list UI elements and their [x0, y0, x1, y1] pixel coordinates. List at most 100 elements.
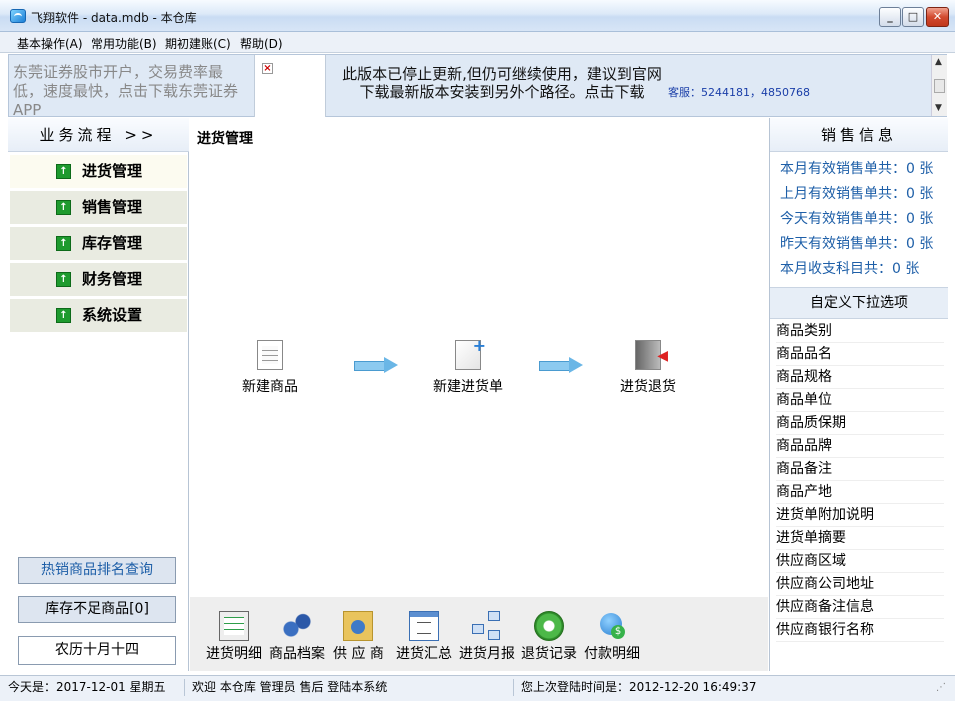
menu-initial-setup[interactable]: 期初建账(C): [165, 35, 231, 52]
sidebar-item-label: 进货管理: [82, 162, 143, 180]
ad-text[interactable]: 东莞证券股市开户，交易费率最低，速度最快，点击下载东莞证券APP: [13, 63, 248, 115]
menu-common-functions[interactable]: 常用功能(B): [91, 35, 157, 52]
green-up-arrow-icon: ↑: [56, 200, 71, 215]
tool-label: 付款明细: [584, 646, 640, 662]
payment-details-button[interactable]: $ 付款明细: [584, 611, 640, 663]
broken-image-icon: ×: [262, 63, 273, 74]
hot-products-ranking-button[interactable]: 热销商品排名查询: [18, 557, 176, 584]
page-title: 进货管理: [197, 131, 253, 147]
tool-label: 进货月报: [459, 646, 515, 662]
list-item[interactable]: 供应商公司地址: [776, 573, 944, 596]
sidebar-item-inventory[interactable]: ↑ 库存管理: [10, 227, 187, 260]
resize-grip-icon[interactable]: ⋰: [936, 682, 946, 693]
purchase-monthly-report-button[interactable]: 进货月报: [459, 611, 515, 663]
close-button[interactable]: ✕: [926, 7, 949, 27]
new-document-icon: +: [455, 336, 486, 370]
main-panel: 进货管理 新建商品 + 新建进货单 ◀ 进货退货 进货明细 商品档案 供 应 商…: [190, 118, 768, 671]
globe-money-icon: $: [597, 611, 627, 641]
low-stock-button[interactable]: 库存不足商品[0]: [18, 596, 176, 623]
sidebar-item-label: 销售管理: [82, 198, 143, 216]
sidebar-item-purchase[interactable]: ↑ 进货管理: [10, 155, 187, 188]
purchase-summary-button[interactable]: 进货汇总: [396, 611, 452, 663]
new-purchase-order-button[interactable]: + 新建进货单: [413, 336, 523, 396]
list-item[interactable]: 商品质保期: [776, 412, 944, 435]
flow-label: 新建进货单: [433, 379, 503, 395]
menu-help[interactable]: 帮助(D): [240, 35, 283, 52]
status-bar: 今天是：2017-12-01 星期五 欢迎 本仓库 管理员 售后 登陆本系统 您…: [0, 675, 955, 701]
window-title: 飞翔软件 - data.mdb - 本仓库: [31, 11, 197, 25]
update-notice[interactable]: 此版本已停止更新,但仍可继续使用，建议到官网下载最新版本安装到另外个路径。点击下…: [337, 65, 667, 101]
tool-label: 商品档案: [269, 646, 325, 662]
scroll-down-icon[interactable]: ▼: [935, 103, 942, 113]
bottom-toolbar: 进货明细 商品档案 供 应 商 进货汇总 进货月报 退货记录 $ 付款明细: [190, 597, 768, 671]
ad-banner: 东莞证券股市开户，交易费率最低，速度最快，点击下载东莞证券APP × 此版本已停…: [8, 54, 947, 117]
sidebar-item-settings[interactable]: ↑ 系统设置: [10, 299, 187, 332]
list-item[interactable]: 商品单位: [776, 389, 944, 412]
list-item[interactable]: 商品品牌: [776, 435, 944, 458]
menu-bar: 基本操作(A) 常用功能(B) 期初建账(C) 帮助(D): [0, 32, 955, 53]
tool-label: 进货汇总: [396, 646, 452, 662]
green-up-arrow-icon: ↑: [56, 272, 71, 287]
green-up-arrow-icon: ↑: [56, 236, 71, 251]
status-last-login: 您上次登陆时间是：2012-12-20 16:49:37: [521, 680, 757, 694]
sidebar-item-label: 财务管理: [82, 270, 143, 288]
supplier-button[interactable]: 供 应 商: [333, 611, 384, 663]
list-item[interactable]: 进货单附加说明: [776, 504, 944, 527]
scroll-thumb[interactable]: [934, 79, 945, 93]
purchase-details-button[interactable]: 进货明细: [206, 611, 262, 663]
sidebar-item-label: 系统设置: [82, 306, 143, 324]
right-panel: 销售信息 本月有效销售单共：0 张 上月有效销售单共：0 张 今天有效销售单共：…: [769, 118, 948, 671]
scroll-up-icon[interactable]: ▲: [935, 57, 942, 67]
support-contact: 客服：5244181，4850768: [668, 86, 810, 99]
sidebar-item-finance[interactable]: ↑ 财务管理: [10, 263, 187, 296]
list-item[interactable]: 供应商备注信息: [776, 596, 944, 619]
list-item[interactable]: 供应商银行名称: [776, 619, 944, 642]
custom-options-header: 自定义下拉选项: [770, 287, 948, 319]
stat-month-accounts[interactable]: 本月收支科目共：0 张: [780, 258, 919, 278]
tool-label: 退货记录: [521, 646, 577, 662]
menu-basic-ops[interactable]: 基本操作(A): [17, 35, 83, 52]
flow-label: 进货退货: [620, 379, 676, 395]
green-up-arrow-icon: ↑: [56, 308, 71, 323]
purchase-return-button[interactable]: ◀ 进货退货: [593, 340, 703, 396]
title-bar: 飞翔软件 - data.mdb - 本仓库 _ □ ✕: [0, 0, 955, 32]
list-icon: [219, 611, 249, 641]
minimize-button[interactable]: _: [879, 7, 901, 27]
list-item[interactable]: 商品备注: [776, 458, 944, 481]
list-item[interactable]: 商品产地: [776, 481, 944, 504]
status-today: 今天是：2017-12-01 星期五: [2, 679, 185, 696]
product-archive-button[interactable]: 商品档案: [269, 611, 325, 663]
maximize-button[interactable]: □: [902, 7, 924, 27]
sidebar-item-sales[interactable]: ↑ 销售管理: [10, 191, 187, 224]
stat-today-sales[interactable]: 今天有效销售单共：0 张: [780, 208, 933, 228]
list-item[interactable]: 商品类别: [776, 320, 944, 343]
list-item[interactable]: 进货单摘要: [776, 527, 944, 550]
document-icon: [257, 340, 283, 370]
summary-window-icon: [409, 611, 439, 641]
sales-info-header: 销售信息: [770, 118, 948, 152]
tool-label: 进货明细: [206, 646, 262, 662]
stat-last-month-sales[interactable]: 上月有效销售单共：0 张: [780, 183, 933, 203]
exit-door-icon: ◀: [635, 340, 668, 370]
lunar-date: 农历十月十四: [18, 636, 176, 665]
ad-image[interactable]: ×: [254, 55, 326, 117]
flow-arrow-icon: [354, 357, 398, 373]
sidebar-item-label: 库存管理: [82, 234, 143, 252]
green-up-arrow-icon: ↑: [56, 164, 71, 179]
list-item[interactable]: 商品规格: [776, 366, 944, 389]
org-chart-icon: [472, 611, 502, 641]
stat-this-month-sales[interactable]: 本月有效销售单共：0 张: [780, 158, 933, 178]
list-item[interactable]: 供应商区域: [776, 550, 944, 573]
list-item[interactable]: 商品品名: [776, 343, 944, 366]
return-records-button[interactable]: 退货记录: [521, 611, 577, 663]
people-icon: [343, 611, 374, 641]
product-archive-icon: [282, 611, 312, 641]
flow-arrow-icon: [539, 357, 583, 373]
banner-scrollbar[interactable]: ▲ ▼: [931, 55, 947, 116]
new-product-button[interactable]: 新建商品: [215, 340, 325, 396]
app-icon: [10, 9, 26, 23]
tool-label: 供 应 商: [333, 646, 384, 662]
flow-label: 新建商品: [242, 379, 298, 395]
stat-yesterday-sales[interactable]: 昨天有效销售单共：0 张: [780, 233, 933, 253]
sidebar-header[interactable]: 业务流程 >>: [8, 118, 189, 152]
